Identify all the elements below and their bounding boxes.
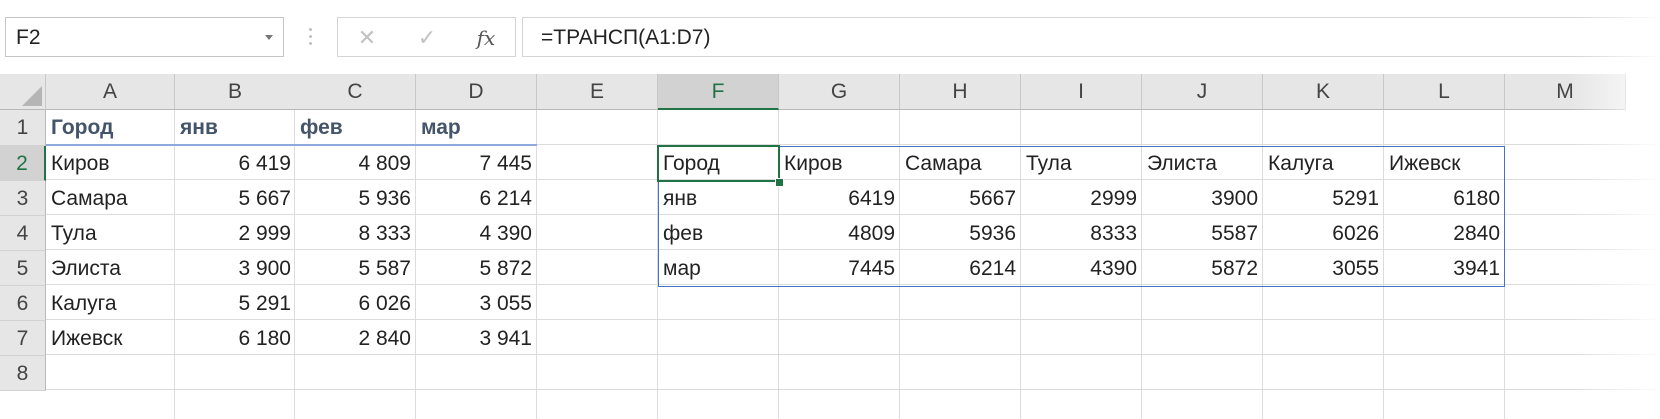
source-cell[interactable]: 5 936	[295, 181, 416, 216]
row-header-1[interactable]: 1	[0, 110, 46, 146]
transposed-cell[interactable]: 5667	[900, 181, 1021, 216]
source-cell[interactable]: 3 055	[416, 286, 537, 321]
row-header-8[interactable]: 8	[0, 356, 46, 391]
transposed-cell[interactable]: 8333	[1021, 216, 1142, 251]
source-cell[interactable]: 3 941	[416, 321, 537, 356]
chevron-down-icon[interactable]	[265, 35, 273, 40]
transposed-cell[interactable]: 3055	[1263, 251, 1384, 286]
source-cell[interactable]: 7 445	[416, 146, 537, 181]
row-header-7[interactable]: 7	[0, 321, 46, 356]
row-header-6[interactable]: 6	[0, 286, 46, 321]
column-header-g[interactable]: G	[779, 74, 900, 110]
column-header-a[interactable]: A	[46, 74, 175, 110]
transposed-cell[interactable]: 6026	[1263, 216, 1384, 251]
transposed-cell[interactable]: Элиста	[1142, 146, 1263, 181]
column-header-j[interactable]: J	[1142, 74, 1263, 110]
source-cell[interactable]: 5 667	[175, 181, 296, 216]
column-header-l[interactable]: L	[1384, 74, 1505, 110]
source-cell[interactable]: 5 872	[416, 251, 537, 286]
row-header-3[interactable]: 3	[0, 181, 46, 216]
source-cell[interactable]: 6 026	[295, 286, 416, 321]
source-cell[interactable]: 6 419	[175, 146, 296, 181]
source-cell[interactable]: 2 999	[175, 216, 296, 251]
source-cell[interactable]: Ижевск	[46, 321, 175, 356]
worksheet-grid[interactable]: ABCDEFGHIJKLM 12345678 Город янв фев мар Кир…	[0, 74, 1660, 419]
column-header-d[interactable]: D	[416, 74, 537, 110]
fill-handle[interactable]	[775, 178, 784, 187]
source-cell[interactable]: Самара	[46, 181, 175, 216]
formula-bar-area: F2 ✕ ✓ fx =ТРАНСП(A1:D7)	[0, 0, 1660, 74]
row-header-5[interactable]: 5	[0, 251, 46, 286]
source-cell[interactable]: 8 333	[295, 216, 416, 251]
column-header-i[interactable]: I	[1021, 74, 1142, 110]
transposed-cell[interactable]: Калуга	[1263, 146, 1384, 181]
formula-text: =ТРАНСП(A1:D7)	[541, 26, 711, 49]
transposed-cell[interactable]: 5936	[900, 216, 1021, 251]
transposed-cell[interactable]: 6419	[779, 181, 900, 216]
source-header-cell[interactable]: янв	[175, 110, 296, 145]
cancel-icon[interactable]: ✕	[352, 24, 382, 52]
source-cell[interactable]: 6 180	[175, 321, 296, 356]
column-header-c[interactable]: C	[295, 74, 416, 110]
transposed-cell[interactable]: Ижевск	[1384, 146, 1505, 181]
source-header-cell[interactable]: фев	[295, 110, 416, 145]
transposed-cell[interactable]: 3900	[1142, 181, 1263, 216]
source-cell[interactable]: 3 900	[175, 251, 296, 286]
transposed-cell[interactable]: 5872	[1142, 251, 1263, 286]
transposed-cell[interactable]: 2999	[1021, 181, 1142, 216]
source-cell[interactable]: 2 840	[295, 321, 416, 356]
column-header-e[interactable]: E	[537, 74, 658, 110]
source-cell[interactable]: Тула	[46, 216, 175, 251]
source-cell[interactable]: 6 214	[416, 181, 537, 216]
column-header-k[interactable]: K	[1263, 74, 1384, 110]
column-header-f[interactable]: F	[658, 74, 779, 110]
transposed-cell[interactable]: 5291	[1263, 181, 1384, 216]
source-cell[interactable]: 4 809	[295, 146, 416, 181]
source-cell[interactable]: 5 291	[175, 286, 296, 321]
formula-buttons: ✕ ✓ fx	[337, 17, 516, 57]
transposed-cell[interactable]: Киров	[779, 146, 900, 181]
column-header-h[interactable]: H	[900, 74, 1021, 110]
transposed-cell[interactable]: Тула	[1021, 146, 1142, 181]
transposed-cell[interactable]: 7445	[779, 251, 900, 286]
transposed-cell[interactable]: 4809	[779, 216, 900, 251]
source-header-cell[interactable]: мар	[416, 110, 537, 145]
name-box[interactable]: F2	[5, 17, 284, 57]
transposed-cell[interactable]: 5587	[1142, 216, 1263, 251]
enter-icon[interactable]: ✓	[412, 24, 442, 52]
column-header-b[interactable]: B	[175, 74, 296, 110]
formula-input[interactable]: =ТРАНСП(A1:D7)	[522, 17, 1660, 57]
source-header-cell[interactable]: Город	[46, 110, 175, 145]
source-cell[interactable]: Киров	[46, 146, 175, 181]
source-cell[interactable]: 5 587	[295, 251, 416, 286]
name-box-value: F2	[16, 26, 41, 49]
source-cell[interactable]: Элиста	[46, 251, 175, 286]
transposed-cell[interactable]: мар	[658, 251, 779, 286]
transposed-cell[interactable]: 6214	[900, 251, 1021, 286]
row-header-2[interactable]: 2	[0, 146, 46, 181]
insert-function-button[interactable]: fx	[471, 24, 501, 52]
source-cell[interactable]: Калуга	[46, 286, 175, 321]
transposed-cell[interactable]: фев	[658, 216, 779, 251]
column-header-m[interactable]: M	[1505, 74, 1626, 110]
transposed-cell[interactable]: 4390	[1021, 251, 1142, 286]
select-all-button[interactable]	[0, 74, 46, 110]
active-cell-border	[657, 145, 780, 182]
transposed-cell[interactable]: 2840	[1384, 216, 1505, 251]
source-cell[interactable]: 4 390	[416, 216, 537, 251]
row-header-4[interactable]: 4	[0, 216, 46, 251]
transposed-cell[interactable]: янв	[658, 181, 779, 216]
transposed-cell[interactable]: Самара	[900, 146, 1021, 181]
transposed-cell[interactable]: 3941	[1384, 251, 1505, 286]
transposed-cell[interactable]: 6180	[1384, 181, 1505, 216]
drag-handle-icon[interactable]	[309, 26, 312, 48]
